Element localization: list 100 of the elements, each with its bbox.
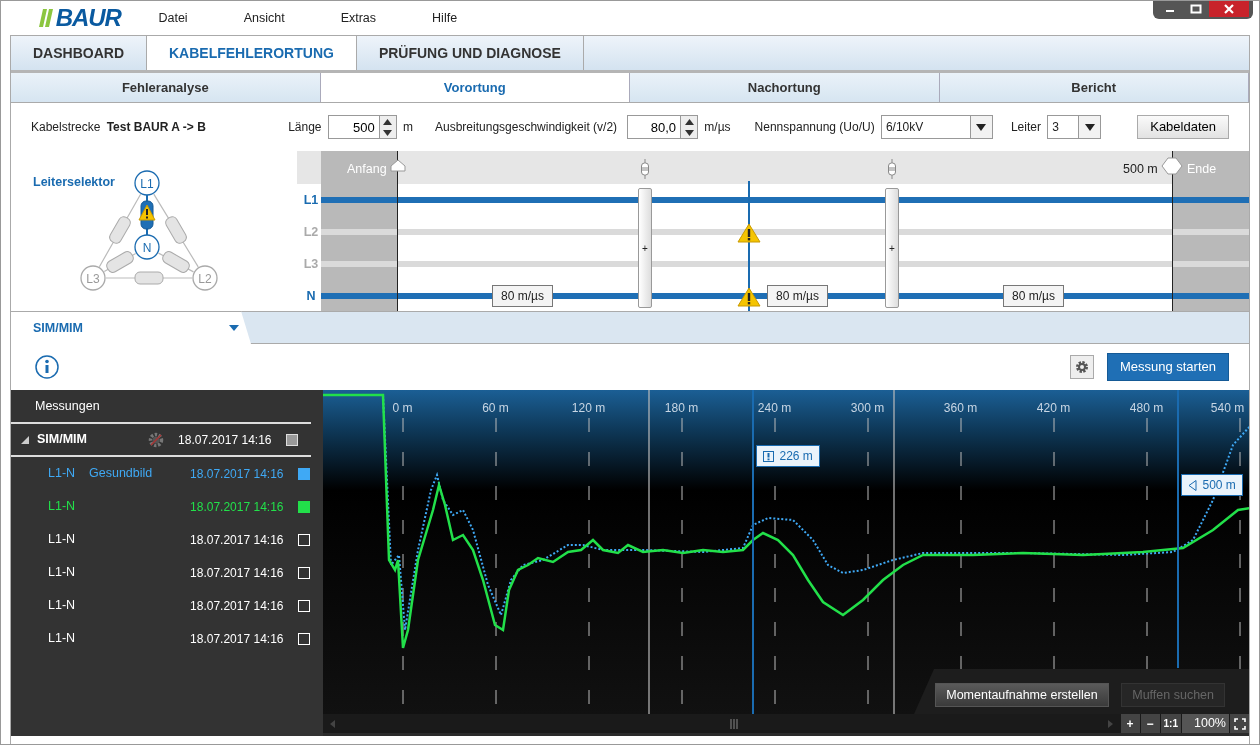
- voltage-dropdown[interactable]: 6/10kV: [880, 115, 993, 139]
- timestamp: 18.07.2017 14:16: [190, 531, 284, 549]
- joint-marker[interactable]: +: [885, 188, 899, 308]
- alert-icon: [762, 450, 774, 462]
- method-tab[interactable]: SIM/MIM: [11, 311, 251, 344]
- start-measurement-button[interactable]: Messung starten: [1106, 353, 1229, 381]
- step-tab[interactable]: Nachortung: [630, 73, 940, 102]
- phase-label: L1-N: [48, 531, 77, 549]
- close-button[interactable]: [1208, 1, 1249, 17]
- axis-label: 0 m: [392, 400, 413, 417]
- start-label: Anfang: [347, 161, 387, 178]
- conductor-node[interactable]: L1: [134, 170, 160, 196]
- joint-handle-icon[interactable]: [888, 159, 896, 179]
- end-label: Ende: [1187, 161, 1217, 178]
- axis-label: 180 m: [664, 400, 699, 417]
- checkbox[interactable]: [297, 467, 310, 480]
- maximize-icon: [1189, 4, 1202, 14]
- conductor-label: L2: [302, 224, 320, 241]
- caret-icon: [229, 325, 239, 331]
- expand-icon[interactable]: [21, 435, 29, 444]
- axis-label: 240 m: [757, 400, 792, 417]
- start-marker-icon: [390, 159, 406, 173]
- list-header: Messungen: [35, 397, 100, 415]
- step-tab[interactable]: Vorortung: [320, 73, 630, 102]
- decrement-button[interactable]: [681, 127, 698, 138]
- speed-tag: 80 m/µs: [1003, 285, 1064, 307]
- cable-route: Test BAUR A -> B: [106, 119, 206, 136]
- snapshot-button[interactable]: Momentaufnahme erstellen: [935, 683, 1109, 707]
- group-label: SIM/MIM: [37, 431, 87, 449]
- cursor-label[interactable]: 226 m: [755, 445, 820, 467]
- zoom-level: 100%: [1182, 714, 1229, 733]
- app-logo: BAUR: [55, 6, 121, 30]
- fullscreen-icon: [1233, 718, 1246, 731]
- gear-icon: [1075, 360, 1090, 374]
- decrement-button[interactable]: [379, 127, 396, 138]
- axis-label: 540 m: [1210, 400, 1245, 417]
- conductor-dropdown[interactable]: 3: [1047, 115, 1102, 139]
- checkbox[interactable]: [297, 500, 310, 513]
- cursor-line[interactable]: [751, 390, 754, 714]
- conductor-label: L3: [302, 256, 320, 273]
- caret-icon: [976, 123, 987, 131]
- phase-label: L1-N: [48, 630, 77, 648]
- axis-label: 480 m: [1129, 400, 1164, 417]
- conductor-label: L1: [302, 192, 320, 209]
- increment-button[interactable]: [681, 116, 698, 127]
- scroll-grip-icon[interactable]: [729, 718, 738, 729]
- field-label: Länge: [288, 119, 322, 136]
- gear-icon: [148, 431, 165, 448]
- end-marker-icon: [1187, 479, 1197, 491]
- main-tab[interactable]: KABELFEHLERORTUNG: [147, 36, 357, 70]
- timestamp: 18.07.2017 14:16: [190, 630, 284, 648]
- phase-label: L1-N: [48, 498, 77, 516]
- joint-marker[interactable]: +: [638, 188, 652, 308]
- cable-data-button[interactable]: Kabeldaten: [1137, 115, 1229, 139]
- timestamp: 18.07.2017 14:16: [178, 431, 272, 449]
- conductor-node[interactable]: N: [134, 234, 160, 260]
- axis-label: 360 m: [943, 400, 978, 417]
- timestamp: 18.07.2017 14:16: [190, 564, 284, 582]
- speed-tag: 80 m/µs: [492, 285, 553, 307]
- speed-field[interactable]: 80,0: [627, 115, 682, 139]
- cursor-line[interactable]: [1176, 390, 1179, 668]
- down-arrow-icon: [383, 129, 393, 136]
- settings-button[interactable]: [1070, 355, 1095, 379]
- increment-button[interactable]: [379, 116, 396, 127]
- zoom-out-button[interactable]: −: [1140, 714, 1160, 733]
- phase-label: L1-N: [48, 597, 77, 615]
- axis-label: 60 m: [482, 400, 509, 417]
- stripes-icon: [38, 9, 53, 27]
- length-field[interactable]: 500: [327, 115, 380, 139]
- cursor-label[interactable]: 500 m: [1180, 474, 1243, 496]
- phase-label: L1-N: [48, 564, 77, 582]
- menu-item[interactable]: Extras: [340, 8, 377, 28]
- step-tab[interactable]: Bericht: [939, 73, 1249, 102]
- info-icon[interactable]: [35, 355, 59, 379]
- unit-label: m/µs: [704, 119, 731, 136]
- end-marker-icon: [1161, 157, 1183, 175]
- phase-label: L1-N: [48, 465, 77, 483]
- timestamp: 18.07.2017 14:16: [190, 465, 284, 483]
- speed-tag: 80 m/µs: [767, 285, 828, 307]
- menu-item[interactable]: Datei: [158, 8, 188, 28]
- close-icon: [1223, 4, 1234, 14]
- warning-icon: [737, 287, 761, 307]
- fullscreen-button[interactable]: [1230, 714, 1249, 733]
- zoom-reset-button[interactable]: 1:1: [1160, 714, 1181, 733]
- zoom-in-button[interactable]: +: [1120, 714, 1140, 733]
- step-tab[interactable]: Fehleranalyse: [11, 73, 321, 102]
- caret-icon: [1084, 123, 1095, 131]
- note-label: Gesundbild: [89, 465, 153, 483]
- end-distance: 500 m: [1123, 161, 1158, 178]
- axis-label: 300 m: [850, 400, 885, 417]
- timestamp: 18.07.2017 14:16: [190, 597, 284, 615]
- joint-handle-icon[interactable]: [641, 159, 649, 179]
- menu-item[interactable]: Ansicht: [243, 8, 285, 28]
- field-label: Kabelstrecke: [31, 119, 101, 136]
- menu-item[interactable]: Hilfe: [432, 8, 458, 28]
- unit-label: m: [403, 119, 413, 136]
- warning-icon: [737, 223, 761, 243]
- axis-label: 420 m: [1036, 400, 1071, 417]
- warning-icon: [138, 204, 156, 221]
- main-tab[interactable]: PRÜFUNG UND DIAGNOSE: [356, 36, 584, 70]
